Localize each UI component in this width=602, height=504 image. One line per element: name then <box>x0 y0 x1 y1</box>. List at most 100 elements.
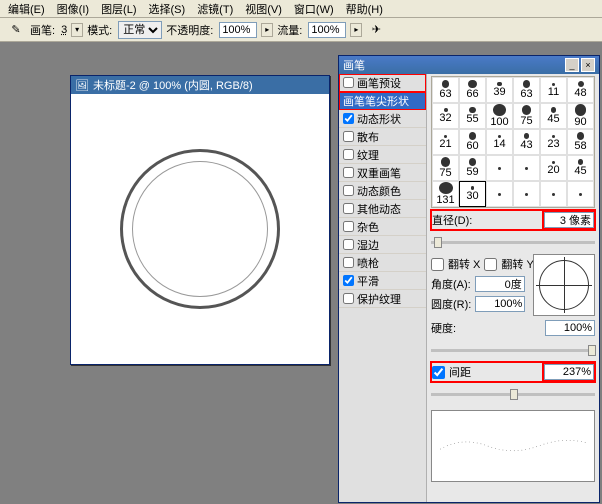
option-checkbox[interactable] <box>343 149 354 160</box>
brush-thumb[interactable] <box>540 181 567 207</box>
brush-thumb[interactable]: 63 <box>432 77 459 103</box>
brush-thumb[interactable]: 14 <box>486 129 513 155</box>
brush-preset-icon[interactable]: ✎ <box>6 20 26 40</box>
brush-option-item[interactable]: 平滑 <box>339 272 426 290</box>
brush-thumb[interactable]: 90 <box>567 103 594 129</box>
spacing-slider[interactable] <box>431 393 595 396</box>
panel-title: 画笔 <box>343 57 365 73</box>
brush-option-item[interactable]: 喷枪 <box>339 254 426 272</box>
diameter-value[interactable]: 3 像素 <box>544 212 594 228</box>
brush-option-item[interactable]: 画笔笔尖形状 <box>339 92 426 110</box>
brush-thumb[interactable]: 100 <box>486 103 513 129</box>
brush-thumb[interactable] <box>567 181 594 207</box>
brush-thumb[interactable]: 23 <box>540 129 567 155</box>
brush-thumb[interactable]: 39 <box>486 77 513 103</box>
brush-thumb[interactable]: 11 <box>540 77 567 103</box>
brush-thumb[interactable]: 58 <box>567 129 594 155</box>
brush-thumb[interactable] <box>513 181 540 207</box>
hardness-slider[interactable] <box>431 349 595 352</box>
brush-size-value[interactable]: 3 <box>61 24 67 36</box>
brush-thumb-size: 48 <box>574 87 586 99</box>
panel-titlebar[interactable]: 画笔 _ × <box>339 56 599 74</box>
brush-option-item[interactable]: 散布 <box>339 128 426 146</box>
opacity-dropdown[interactable]: ▸ <box>261 23 273 37</box>
close-icon[interactable]: × <box>581 58 595 72</box>
option-checkbox[interactable] <box>343 77 354 88</box>
brush-option-item[interactable]: 动态形状 <box>339 110 426 128</box>
flow-dropdown[interactable]: ▸ <box>350 23 362 37</box>
flow-input[interactable] <box>308 22 346 38</box>
option-checkbox[interactable] <box>343 167 354 178</box>
brush-thumb[interactable]: 60 <box>459 129 486 155</box>
brush-thumb[interactable]: 32 <box>432 103 459 129</box>
brush-thumb[interactable]: 55 <box>459 103 486 129</box>
spacing-slider-row <box>431 384 595 404</box>
option-label: 湿边 <box>357 237 379 253</box>
brush-tip-icon <box>523 80 531 88</box>
option-checkbox[interactable] <box>343 131 354 142</box>
option-checkbox[interactable] <box>343 221 354 232</box>
option-checkbox[interactable] <box>343 239 354 250</box>
brush-thumb[interactable]: 45 <box>567 155 594 181</box>
brush-thumb[interactable]: 63 <box>513 77 540 103</box>
option-checkbox[interactable] <box>343 203 354 214</box>
document-titlebar[interactable]: 🖼 未标题-2 @ 100% (内圆, RGB/8) <box>71 76 329 94</box>
angle-widget[interactable] <box>533 254 595 316</box>
mode-select[interactable]: 正常 <box>118 21 162 39</box>
brush-thumb[interactable]: 59 <box>459 155 486 181</box>
menu-filter[interactable]: 滤镜(T) <box>191 1 239 17</box>
brush-thumb[interactable]: 66 <box>459 77 486 103</box>
brush-thumbnails[interactable]: 6366396311483255100754590216014432358755… <box>431 76 595 208</box>
brush-thumb[interactable]: 20 <box>540 155 567 181</box>
minimize-icon[interactable]: _ <box>565 58 579 72</box>
menu-help[interactable]: 帮助(H) <box>340 1 389 17</box>
spacing-checkbox[interactable] <box>432 366 445 379</box>
canvas[interactable] <box>71 94 329 364</box>
menu-image[interactable]: 图像(I) <box>51 1 95 17</box>
brush-option-item[interactable]: 湿边 <box>339 236 426 254</box>
document-window[interactable]: 🖼 未标题-2 @ 100% (内圆, RGB/8) <box>70 75 330 365</box>
roundness-value[interactable]: 100% <box>475 296 525 312</box>
brush-thumb[interactable]: 75 <box>513 103 540 129</box>
brush-thumb[interactable]: 75 <box>432 155 459 181</box>
brush-thumb[interactable]: 21 <box>432 129 459 155</box>
menu-window[interactable]: 窗口(W) <box>288 1 340 17</box>
brush-thumb[interactable]: 43 <box>513 129 540 155</box>
brush-option-item[interactable]: 杂色 <box>339 218 426 236</box>
flip-y-checkbox[interactable] <box>484 258 497 271</box>
brush-option-item[interactable]: 纹理 <box>339 146 426 164</box>
option-checkbox[interactable] <box>343 257 354 268</box>
brush-option-item[interactable]: 画笔预设 <box>339 74 426 92</box>
option-label: 喷枪 <box>357 255 379 271</box>
menu-layer[interactable]: 图层(L) <box>95 1 142 17</box>
document-title: 未标题-2 @ 100% (内圆, RGB/8) <box>93 77 253 93</box>
brush-thumb[interactable]: 45 <box>540 103 567 129</box>
brush-thumb[interactable] <box>486 155 513 181</box>
spacing-value[interactable]: 237% <box>544 364 594 380</box>
option-checkbox[interactable] <box>343 185 354 196</box>
hardness-value[interactable]: 100% <box>545 320 595 336</box>
option-checkbox[interactable] <box>343 113 354 124</box>
menu-select[interactable]: 选择(S) <box>143 1 192 17</box>
brush-size-dropdown[interactable]: ▾ <box>71 23 83 37</box>
diameter-slider[interactable] <box>431 241 595 244</box>
brush-thumb[interactable]: 131 <box>432 181 459 207</box>
brush-option-item[interactable]: 双重画笔 <box>339 164 426 182</box>
opacity-input[interactable] <box>219 22 257 38</box>
option-checkbox[interactable] <box>343 293 354 304</box>
brush-thumb[interactable]: 30 <box>459 181 486 207</box>
flip-x-checkbox[interactable] <box>431 258 444 271</box>
airbrush-icon[interactable]: ✈ <box>366 20 386 40</box>
brush-option-item[interactable]: 其他动态 <box>339 200 426 218</box>
brush-option-item[interactable]: 保护纹理 <box>339 290 426 308</box>
brush-thumb[interactable] <box>513 155 540 181</box>
brush-tip-icon <box>577 132 584 139</box>
brush-option-item[interactable]: 动态颜色 <box>339 182 426 200</box>
option-checkbox[interactable] <box>343 275 354 286</box>
brush-thumb-size: 59 <box>466 166 478 178</box>
angle-value[interactable]: 0度 <box>475 276 525 292</box>
brush-thumb[interactable]: 48 <box>567 77 594 103</box>
brush-thumb[interactable] <box>486 181 513 207</box>
menu-edit[interactable]: 编辑(E) <box>2 1 51 17</box>
menu-view[interactable]: 视图(V) <box>239 1 288 17</box>
